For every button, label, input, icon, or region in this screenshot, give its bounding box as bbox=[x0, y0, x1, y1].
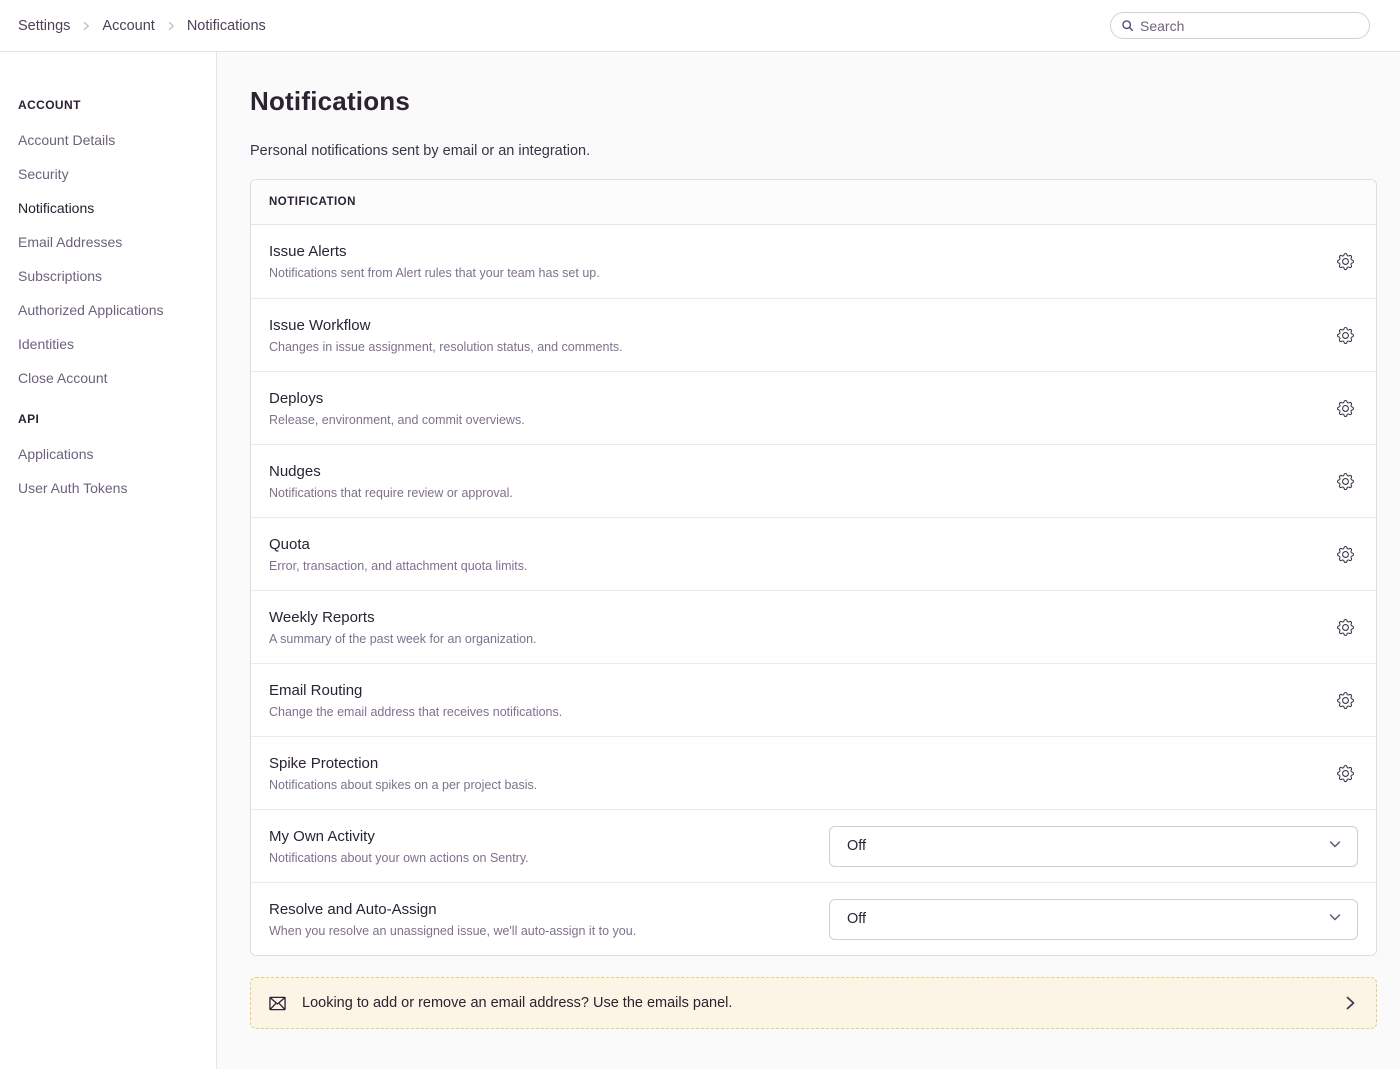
row-description: Notifications sent from Alert rules that… bbox=[269, 266, 1313, 280]
settings-gear-button-nudges[interactable] bbox=[1333, 469, 1358, 494]
sidebar-item-close-account[interactable]: Close Account bbox=[18, 370, 206, 386]
notification-row-my-own-activity: My Own Activity Notifications about your … bbox=[251, 809, 1376, 882]
sidebar-item-account-details[interactable]: Account Details bbox=[18, 132, 206, 148]
select-value: Off bbox=[847, 911, 866, 927]
select-resolve-and-auto-assign[interactable]: Off bbox=[829, 899, 1358, 940]
panel-header: NOTIFICATION bbox=[251, 180, 1376, 225]
row-description: Notifications about your own actions on … bbox=[269, 851, 809, 865]
row-title: Nudges bbox=[269, 463, 1313, 480]
main-content: Notifications Personal notifications sen… bbox=[217, 52, 1400, 1069]
row-text: Weekly Reports A summary of the past week… bbox=[269, 609, 1333, 646]
mail-icon bbox=[269, 996, 286, 1011]
breadcrumb-separator-icon bbox=[80, 20, 92, 32]
sidebar-item-notifications[interactable]: Notifications bbox=[18, 200, 206, 216]
notification-row-issue-alerts: Issue Alerts Notifications sent from Aler… bbox=[251, 225, 1376, 298]
sidebar-item-identities[interactable]: Identities bbox=[18, 336, 206, 352]
row-title: Weekly Reports bbox=[269, 609, 1313, 626]
settings-gear-button-weekly-reports[interactable] bbox=[1333, 615, 1358, 640]
gear-icon bbox=[1337, 405, 1354, 420]
notification-row-weekly-reports: Weekly Reports A summary of the past week… bbox=[251, 590, 1376, 663]
row-description: Notifications that require review or app… bbox=[269, 486, 1313, 500]
sidebar-section-heading: ACCOUNT bbox=[18, 98, 206, 112]
settings-gear-button-quota[interactable] bbox=[1333, 542, 1358, 567]
row-title: Issue Workflow bbox=[269, 317, 1313, 334]
row-text: Resolve and Auto-Assign When you resolve … bbox=[269, 901, 829, 938]
sidebar-item-user-auth-tokens[interactable]: User Auth Tokens bbox=[18, 480, 206, 496]
row-description: Release, environment, and commit overvie… bbox=[269, 413, 1313, 427]
notification-row-issue-workflow: Issue Workflow Changes in issue assignmen… bbox=[251, 298, 1376, 371]
row-description: Error, transaction, and attachment quota… bbox=[269, 559, 1313, 573]
settings-sidebar: ACCOUNT Account Details Security Notificati… bbox=[0, 52, 217, 1069]
chevron-down-icon bbox=[1327, 909, 1343, 930]
breadcrumb: Settings Account Notifications bbox=[18, 18, 266, 34]
row-text: Issue Workflow Changes in issue assignmen… bbox=[269, 317, 1333, 354]
page-subtitle: Personal notifications sent by email or … bbox=[250, 143, 1377, 159]
settings-gear-button-spike-protection[interactable] bbox=[1333, 761, 1358, 786]
row-description: When you resolve an unassigned issue, we… bbox=[269, 924, 809, 938]
settings-gear-button-issue-alerts[interactable] bbox=[1333, 249, 1358, 274]
row-description: Notifications about spikes on a per proj… bbox=[269, 778, 1313, 792]
row-title: My Own Activity bbox=[269, 828, 809, 845]
select-value: Off bbox=[847, 838, 866, 854]
gear-icon bbox=[1337, 478, 1354, 493]
gear-icon bbox=[1337, 332, 1354, 347]
notification-row-quota: Quota Error, transaction, and attachment … bbox=[251, 517, 1376, 590]
row-text: Deploys Release, environment, and commit … bbox=[269, 390, 1333, 427]
row-text: Nudges Notifications that require review … bbox=[269, 463, 1333, 500]
emails-panel-link[interactable]: Looking to add or remove an email addres… bbox=[250, 977, 1377, 1029]
select-my-own-activity[interactable]: Off bbox=[829, 826, 1358, 867]
gear-icon bbox=[1337, 697, 1354, 712]
notifications-panel: NOTIFICATION Issue Alerts Notifications s… bbox=[250, 179, 1377, 956]
sidebar-item-email-addresses[interactable]: Email Addresses bbox=[18, 234, 206, 250]
breadcrumb-account[interactable]: Account bbox=[102, 18, 154, 34]
row-title: Spike Protection bbox=[269, 755, 1313, 772]
row-title: Issue Alerts bbox=[269, 243, 1313, 260]
notification-row-nudges: Nudges Notifications that require review … bbox=[251, 444, 1376, 517]
gear-icon bbox=[1337, 624, 1354, 639]
row-title: Resolve and Auto-Assign bbox=[269, 901, 809, 918]
breadcrumb-notifications[interactable]: Notifications bbox=[187, 18, 266, 34]
sidebar-section-heading: API bbox=[18, 412, 206, 426]
settings-gear-button-email-routing[interactable] bbox=[1333, 688, 1358, 713]
notification-row-deploys: Deploys Release, environment, and commit … bbox=[251, 371, 1376, 444]
search-input[interactable] bbox=[1140, 18, 1359, 34]
row-text: Spike Protection Notifications about spik… bbox=[269, 755, 1333, 792]
row-description: A summary of the past week for an organi… bbox=[269, 632, 1313, 646]
gear-icon bbox=[1337, 258, 1354, 273]
gear-icon bbox=[1337, 770, 1354, 785]
notification-row-spike-protection: Spike Protection Notifications about spik… bbox=[251, 736, 1376, 809]
row-title: Deploys bbox=[269, 390, 1313, 407]
top-bar: Settings Account Notifications bbox=[0, 0, 1400, 52]
gear-icon bbox=[1337, 551, 1354, 566]
row-text: Quota Error, transaction, and attachment … bbox=[269, 536, 1333, 573]
settings-gear-button-deploys[interactable] bbox=[1333, 396, 1358, 421]
chevron-down-icon bbox=[1327, 836, 1343, 857]
emails-panel-link-text: Looking to add or remove an email addres… bbox=[302, 995, 1342, 1011]
search-icon bbox=[1121, 19, 1134, 32]
row-title: Email Routing bbox=[269, 682, 1313, 699]
breadcrumb-settings[interactable]: Settings bbox=[18, 18, 70, 34]
row-text: My Own Activity Notifications about your … bbox=[269, 828, 829, 865]
breadcrumb-separator-icon bbox=[165, 20, 177, 32]
row-title: Quota bbox=[269, 536, 1313, 553]
settings-gear-button-issue-workflow[interactable] bbox=[1333, 323, 1358, 348]
page-title: Notifications bbox=[250, 86, 1377, 117]
sidebar-item-subscriptions[interactable]: Subscriptions bbox=[18, 268, 206, 284]
row-text: Email Routing Change the email address th… bbox=[269, 682, 1333, 719]
panel-rows: Issue Alerts Notifications sent from Aler… bbox=[251, 225, 1376, 955]
row-description: Change the email address that receives n… bbox=[269, 705, 1313, 719]
notification-row-resolve-and-auto-assign: Resolve and Auto-Assign When you resolve … bbox=[251, 882, 1376, 955]
chevron-right-icon bbox=[1342, 995, 1358, 1011]
row-description: Changes in issue assignment, resolution … bbox=[269, 340, 1313, 354]
notification-row-email-routing: Email Routing Change the email address th… bbox=[251, 663, 1376, 736]
search-box[interactable] bbox=[1110, 12, 1370, 39]
row-text: Issue Alerts Notifications sent from Aler… bbox=[269, 243, 1333, 280]
sidebar-item-applications[interactable]: Applications bbox=[18, 446, 206, 462]
sidebar-item-authorized-applications[interactable]: Authorized Applications bbox=[18, 302, 206, 318]
sidebar-item-security[interactable]: Security bbox=[18, 166, 206, 182]
